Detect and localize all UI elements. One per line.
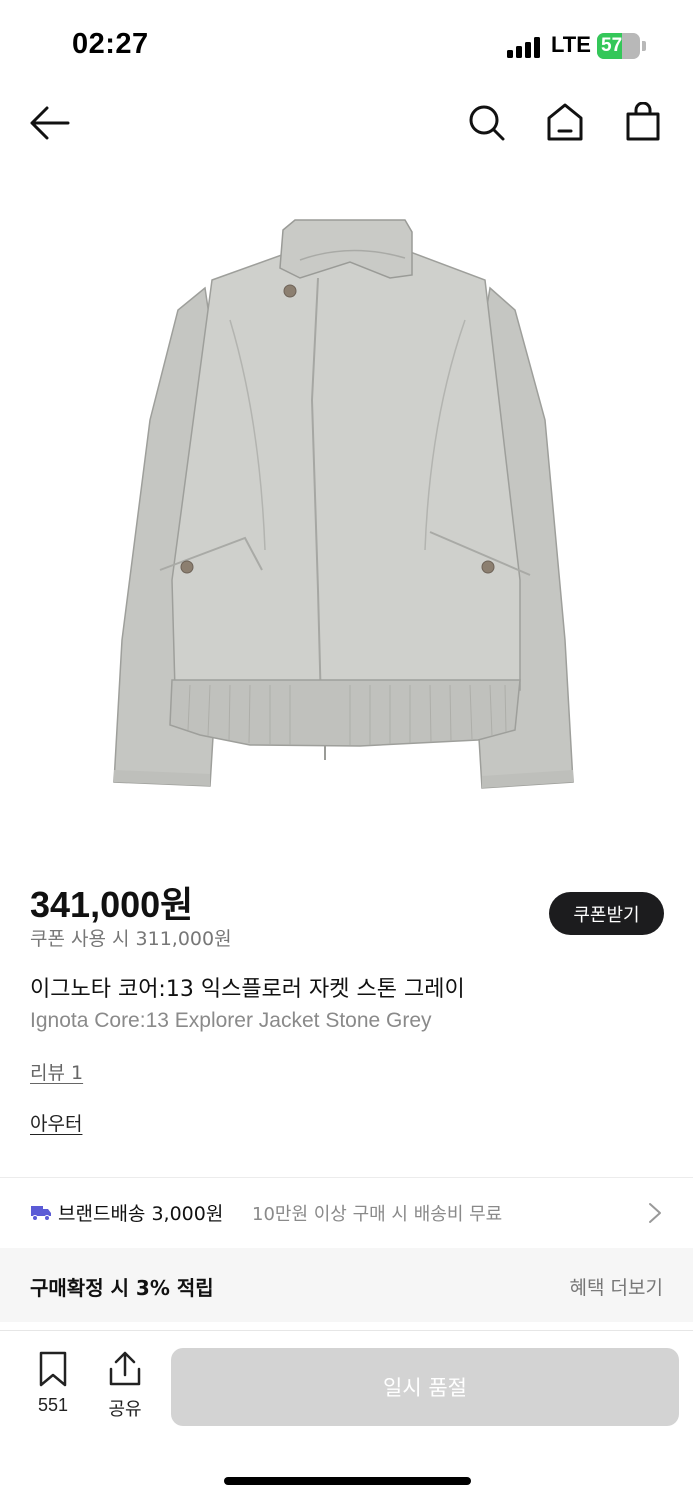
share-button[interactable]: 공유 — [100, 1351, 150, 1421]
battery-level: 57 — [601, 35, 623, 56]
soldout-button[interactable]: 일시 품절 — [171, 1348, 679, 1426]
shipping-fee: 브랜드배송 3,000원 — [58, 1203, 224, 1225]
search-icon[interactable] — [468, 104, 506, 142]
share-icon — [109, 1351, 141, 1386]
benefit-row: 구매확정 시 3% 적립 혜택 더보기 — [0, 1248, 693, 1322]
category-link[interactable]: 아우터 — [30, 1109, 82, 1136]
review-link[interactable]: 리뷰 1 — [30, 1058, 83, 1085]
battery-icon: 57 — [597, 33, 640, 59]
shipping-note: 10만원 이상 구매 시 배송비 무료 — [252, 1204, 503, 1225]
status-time: 02:27 — [72, 28, 149, 60]
product-name-en: Ignota Core:13 Explorer Jacket Stone Gre… — [30, 1009, 432, 1032]
truck-icon — [31, 1206, 51, 1221]
shipping-row[interactable]: 브랜드배송 3,000원 10만원 이상 구매 시 배송비 무료 — [0, 1178, 693, 1248]
signal-icon — [507, 36, 543, 58]
product-name-ko: 이그노타 코어:13 익스플로러 자켓 스톤 그레이 — [30, 977, 465, 1002]
chevron-right-icon — [649, 1203, 661, 1223]
shopping-bag-icon[interactable] — [625, 102, 661, 142]
coupon-button[interactable]: 쿠폰받기 — [549, 892, 664, 935]
benefit-more-link[interactable]: 혜택 더보기 — [570, 1273, 663, 1300]
home-icon[interactable] — [546, 102, 584, 142]
bookmark-button[interactable]: 551 — [28, 1351, 78, 1416]
arrow-left-icon[interactable] — [28, 104, 70, 142]
home-indicator — [224, 1477, 471, 1485]
network-type: LTE — [551, 32, 591, 57]
share-label: 공유 — [108, 1399, 142, 1419]
product-price: 341,000원 — [30, 884, 194, 925]
bottom-bar: 551 공유 일시 품절 — [0, 1330, 693, 1500]
battery-cap — [642, 41, 646, 51]
coupon-price: 쿠폰 사용 시 311,000원 — [30, 928, 232, 950]
status-bar: 02:27 LTE 57 — [0, 0, 693, 90]
bookmark-icon — [39, 1351, 67, 1387]
product-image[interactable] — [0, 170, 693, 850]
bookmark-count: 551 — [37, 1395, 69, 1415]
benefit-title: 구매확정 시 3% 적립 — [30, 1276, 214, 1300]
